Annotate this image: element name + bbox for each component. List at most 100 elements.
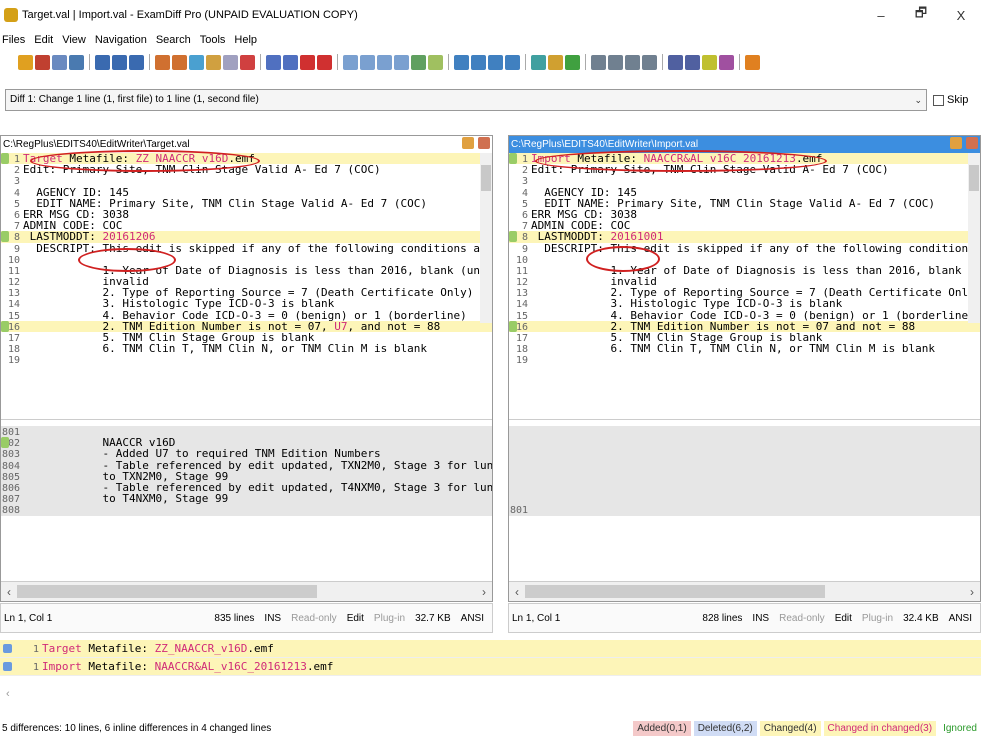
preview-icon[interactable]: [223, 54, 238, 70]
code-line[interactable]: 13 2. Type of Reporting Source = 7 (Deat…: [1, 287, 492, 298]
left-horizontal-scrollbar[interactable]: ‹ ›: [1, 581, 492, 601]
code-line[interactable]: 804 - Table referenced by edit updated, …: [1, 459, 492, 471]
scroll-left-icon[interactable]: ‹: [7, 585, 11, 599]
code-line[interactable]: 807 to T4NXM0, Stage 99: [1, 493, 492, 505]
right-plugin-toggle[interactable]: Plug-in: [862, 613, 893, 624]
undo-icon[interactable]: [266, 54, 281, 70]
right-plugin-icon[interactable]: [950, 137, 962, 149]
view-horizontal-icon[interactable]: [343, 54, 358, 70]
find-next-icon[interactable]: [608, 54, 623, 70]
code-line[interactable]: 14 3. Histologic Type ICD-O-3 is blank: [509, 298, 980, 309]
menu-help[interactable]: Help: [234, 34, 257, 46]
left-split-divider[interactable]: [1, 419, 492, 426]
code-line[interactable]: 12 invalid: [509, 276, 980, 287]
code-line[interactable]: 5 EDIT_NAME: Primary Site, TNM Clin Stag…: [1, 198, 492, 209]
code-line[interactable]: 18 6. TNM Clin T, TNM Clin N, or TNM Cli…: [1, 343, 492, 354]
code-line[interactable]: 5 EDIT_NAME: Primary Site, TNM Clin Stag…: [509, 198, 980, 209]
menu-edit[interactable]: Edit: [34, 34, 53, 46]
code-line[interactable]: 6 ERR_MSG_CD: 3038: [1, 209, 492, 220]
menu-view[interactable]: View: [62, 34, 86, 46]
filter-added-icon[interactable]: [471, 54, 486, 70]
detail-scroll-left-icon[interactable]: ‹: [0, 688, 981, 708]
prev-diff-icon[interactable]: [531, 54, 546, 70]
chevron-down-icon[interactable]: ⌄: [914, 90, 922, 110]
scroll-right-icon[interactable]: ›: [482, 585, 486, 599]
code-line[interactable]: 801: [1, 426, 492, 438]
right-readonly-toggle[interactable]: Read-only: [779, 613, 825, 624]
code-line[interactable]: 9 DESCRIPT: This edit is skipped if any …: [1, 243, 492, 254]
filter-icon[interactable]: [454, 54, 469, 70]
code-line[interactable]: 808: [1, 504, 492, 516]
code-line[interactable]: [509, 437, 980, 449]
code-line[interactable]: 16 2. TNM Edition Number is not = 07 and…: [509, 320, 980, 332]
checkbox-icon[interactable]: [933, 94, 944, 106]
code-line[interactable]: 18 6. TNM Clin T, TNM Clin N, or TNM Cli…: [509, 343, 980, 354]
scroll-right-icon[interactable]: ›: [970, 585, 974, 599]
menu-files[interactable]: Files: [2, 34, 25, 46]
code-line[interactable]: 17 5. TNM Clin Stage Group is blank: [1, 332, 492, 343]
save-icon[interactable]: [95, 54, 110, 70]
code-line[interactable]: 10: [1, 254, 492, 265]
code-line[interactable]: [509, 493, 980, 505]
copy-right-icon[interactable]: [300, 54, 315, 70]
filter-changed-icon[interactable]: [505, 54, 520, 70]
report-icon[interactable]: [240, 54, 255, 70]
view-split-icon[interactable]: [377, 54, 392, 70]
right-file-pane[interactable]: C:\RegPlus\EDITS40\EditWriter\Import.val…: [508, 135, 981, 602]
sync-icon[interactable]: [411, 54, 426, 70]
save-all-icon[interactable]: [129, 54, 144, 70]
compare-icon[interactable]: [35, 54, 50, 70]
code-line[interactable]: 17 5. TNM Clin Stage Group is blank: [509, 332, 980, 343]
redo-icon[interactable]: [283, 54, 298, 70]
code-line[interactable]: [509, 459, 980, 471]
code-line[interactable]: 806 - Table referenced by edit updated, …: [1, 481, 492, 494]
code-line[interactable]: 14 3. Histologic Type ICD-O-3 is blank: [1, 298, 492, 309]
code-line[interactable]: 15 4. Behavior Code ICD-O-3 = 0 (benign)…: [509, 310, 980, 321]
bookmark-icon[interactable]: [668, 54, 683, 70]
filter-deleted-icon[interactable]: [488, 54, 503, 70]
code-line[interactable]: 803 - Added U7 to required TNM Edition N…: [1, 448, 492, 460]
menu-navigation[interactable]: Navigation: [95, 34, 147, 46]
edit-right-icon[interactable]: [172, 54, 187, 70]
code-line[interactable]: 4 AGENCY_ID: 145: [1, 187, 492, 198]
print-icon[interactable]: [206, 54, 221, 70]
diff-selector[interactable]: Diff 1: Change 1 line (1, first file) to…: [5, 89, 927, 111]
code-line[interactable]: 10: [509, 254, 980, 265]
right-horizontal-scrollbar[interactable]: ‹ ›: [509, 581, 980, 601]
left-edit-toggle[interactable]: Edit: [347, 613, 364, 624]
copy-icon[interactable]: [189, 54, 204, 70]
next-diff-icon[interactable]: [565, 54, 580, 70]
code-line[interactable]: 12 invalid: [1, 276, 492, 287]
right-code-view[interactable]: 1 Import Metafile: NAACCR&AL_v16C_2016121…: [509, 153, 980, 366]
find-all-icon[interactable]: [642, 54, 657, 70]
scroll-left-icon[interactable]: ‹: [515, 585, 519, 599]
help-icon[interactable]: [745, 54, 760, 70]
restore-button[interactable]: 🗗: [901, 4, 941, 26]
code-line[interactable]: 1 Import Metafile: NAACCR&AL_v16C_2016121…: [509, 153, 980, 165]
left-open-icon[interactable]: [478, 137, 490, 149]
code-line[interactable]: 8 LASTMODDT: 20161001: [509, 231, 980, 243]
code-line[interactable]: 19: [1, 354, 492, 365]
left-file-pane[interactable]: C:\RegPlus\EDITS40\EditWriter\Target.val…: [0, 135, 493, 602]
code-line[interactable]: 8 LASTMODDT: 20161206: [1, 231, 492, 243]
plugin-icon[interactable]: [719, 54, 734, 70]
code-line[interactable]: [509, 426, 980, 438]
left-plugin-toggle[interactable]: Plug-in: [374, 613, 405, 624]
code-line[interactable]: 1 Target Metafile: ZZ_NAACCR_v16D.emf: [1, 153, 492, 165]
ignore-icon[interactable]: [428, 54, 443, 70]
code-line[interactable]: 13 2. Type of Reporting Source = 7 (Deat…: [509, 287, 980, 298]
code-line[interactable]: [509, 481, 980, 494]
close-button[interactable]: X: [941, 8, 981, 23]
code-line[interactable]: 4 AGENCY_ID: 145: [509, 187, 980, 198]
code-line[interactable]: [509, 470, 980, 482]
left-vertical-scrollbar[interactable]: [480, 153, 492, 323]
code-line[interactable]: 3: [1, 175, 492, 186]
current-diff-icon[interactable]: [548, 54, 563, 70]
right-edit-toggle[interactable]: Edit: [835, 613, 852, 624]
settings-icon[interactable]: [702, 54, 717, 70]
save-as-icon[interactable]: [112, 54, 127, 70]
menu-search[interactable]: Search: [156, 34, 191, 46]
code-line[interactable]: 805 to TXN2M0, Stage 99: [1, 470, 492, 482]
view-vertical-icon[interactable]: [360, 54, 375, 70]
right-split-divider[interactable]: [509, 419, 980, 426]
